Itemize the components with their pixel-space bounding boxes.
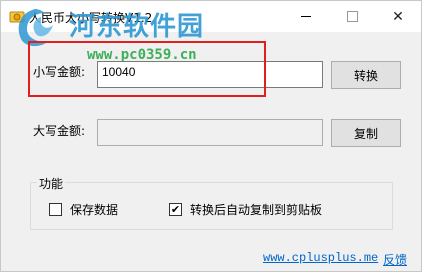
copy-button-label: 复制 [353, 126, 378, 141]
title-bar[interactable]: 人民币大小写转换V1.2 ✕ [1, 1, 421, 32]
auto-copy-option[interactable]: ✔ 转换后自动复制到剪贴板 [169, 201, 322, 218]
save-data-label: 保存数据 [70, 203, 119, 217]
lowercase-amount-label: 小写金额: [33, 65, 86, 79]
copy-button[interactable]: 复制 [331, 119, 401, 147]
save-data-checkbox[interactable] [49, 203, 62, 216]
maximize-button[interactable] [329, 1, 375, 32]
convert-button[interactable]: 转换 [331, 61, 401, 89]
lowercase-amount-value: 10040 [102, 65, 136, 79]
uppercase-amount-label: 大写金额: [33, 124, 86, 138]
minimize-icon [301, 16, 311, 17]
convert-button-label: 转换 [353, 68, 378, 83]
website-link[interactable]: www.cplusplus.me [263, 251, 378, 265]
app-icon [9, 11, 25, 23]
auto-copy-label: 转换后自动复制到剪贴板 [190, 203, 323, 217]
functions-group-legend: 功能 [37, 175, 66, 192]
window-title: 人民币大小写转换V1.2 [29, 11, 153, 25]
auto-copy-checkbox[interactable]: ✔ [169, 203, 182, 216]
save-data-option[interactable]: 保存数据 [49, 201, 118, 218]
maximize-icon [346, 11, 358, 22]
feedback-link[interactable]: 反馈 [383, 251, 407, 268]
checkmark-icon: ✔ [170, 203, 181, 216]
close-icon: ✕ [392, 8, 404, 25]
close-button[interactable]: ✕ [375, 1, 421, 32]
uppercase-amount-output[interactable] [97, 119, 323, 146]
app-window: 人民币大小写转换V1.2 ✕ 河东软件园 www.pc0359.cn www.p… [0, 0, 422, 272]
lowercase-amount-input[interactable]: 10040 [97, 61, 323, 88]
minimize-button[interactable] [283, 1, 329, 32]
